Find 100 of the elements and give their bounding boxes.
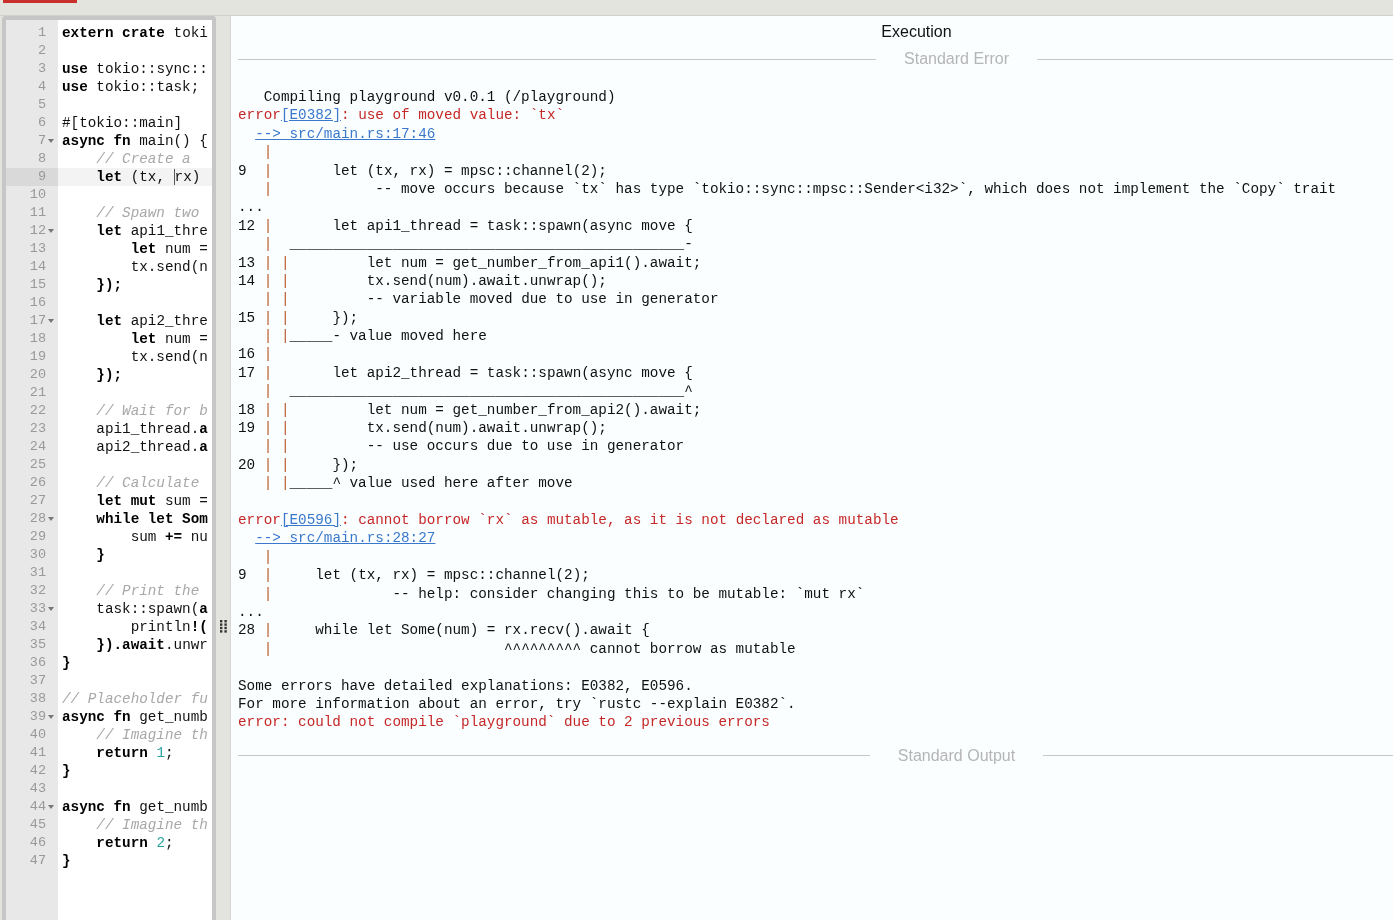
code-line: let num = xyxy=(129,330,208,348)
code-line: }).await.unwr xyxy=(95,636,208,654)
code-line: let mut sum = xyxy=(95,492,208,510)
line-number: 12 xyxy=(28,222,46,240)
line-number: 8 xyxy=(36,150,46,168)
line-number: 16 xyxy=(28,294,46,312)
line-number: 24 xyxy=(28,438,46,456)
code-line: // Imagine th xyxy=(95,726,208,744)
code-line: // Wait for b xyxy=(95,402,208,420)
line-number: 31 xyxy=(28,564,46,582)
line-number: 39 xyxy=(28,708,46,726)
line-number: 11 xyxy=(28,204,46,222)
code-line: } xyxy=(61,654,71,672)
error-link[interactable]: [E0596] xyxy=(280,512,341,528)
code-line: // Placeholder fu xyxy=(61,690,208,708)
output-line: Some errors have detailed explanations: E0382, E0596. xyxy=(238,676,694,695)
output-line: 12 | let api1_thread = task::spawn(async move { xyxy=(238,216,694,236)
output-line: 9 | let (tx, rx) = mpsc::channel(2); xyxy=(238,161,608,180)
output-line: | ______________________________________________- xyxy=(262,235,694,254)
line-number: 33 xyxy=(28,600,46,618)
line-number: 47 xyxy=(28,852,46,870)
drag-handle-icon[interactable] xyxy=(219,620,227,633)
fold-arrow-icon[interactable] xyxy=(48,517,54,521)
line-number: 6 xyxy=(36,114,46,132)
code-line: // Imagine th xyxy=(95,816,208,834)
section-heading: Standard Error xyxy=(903,50,1010,68)
fold-arrow-icon[interactable] xyxy=(48,139,54,143)
line-number: 40 xyxy=(28,726,46,744)
file-location-link[interactable]: --> src/main.rs:17:46 xyxy=(255,125,436,142)
line-number: 3 xyxy=(36,60,46,78)
code-line: let api1_thre xyxy=(95,222,208,240)
line-number: 15 xyxy=(28,276,46,294)
line-number: 32 xyxy=(28,582,46,600)
line-number: 46 xyxy=(28,834,46,852)
code-line: extern crate toki xyxy=(61,24,208,42)
code-line: sum += nu xyxy=(129,528,208,546)
output-line: 13 | | let num = get_number_from_api1().await; xyxy=(238,253,703,272)
line-number: 25 xyxy=(28,456,46,474)
line-number: 13 xyxy=(28,240,46,258)
fold-arrow-icon[interactable] xyxy=(48,319,54,323)
line-number: 23 xyxy=(28,420,46,438)
code-line: // Spawn two xyxy=(95,204,200,222)
code-line: return 2; xyxy=(95,834,174,852)
code-line: let api2_thre xyxy=(95,312,208,330)
output-line: 20 | | }); xyxy=(238,455,360,475)
output-line: | |_____^ value used here after move xyxy=(262,474,574,493)
code-line: api2_thread.a xyxy=(95,438,208,456)
line-number: 27 xyxy=(28,492,46,510)
output-line: 14 | | tx.send(num).await.unwrap(); xyxy=(238,271,608,291)
output-line: 15 | | }); xyxy=(238,308,360,328)
line-number: 38 xyxy=(28,690,46,708)
code-line: async fn get_numb xyxy=(61,708,208,726)
output-line: 19 | | tx.send(num).await.unwrap(); xyxy=(238,419,608,438)
output-line: | | -- use occurs due to use in generator xyxy=(262,437,686,456)
line-number: 14 xyxy=(28,258,46,276)
line-number: 41 xyxy=(28,744,46,762)
line-number: 36 xyxy=(28,654,46,672)
output-line: ... xyxy=(238,198,265,217)
code-line: // Print the xyxy=(95,582,200,600)
code-line: // Calculate xyxy=(95,474,200,492)
code-line: } xyxy=(61,852,71,870)
line-number: 7 xyxy=(36,132,46,150)
code-line: use tokio::task; xyxy=(61,78,200,96)
output-line: 28 | while let Some(num) = rx.recv().await { xyxy=(238,621,651,640)
line-number: 43 xyxy=(28,780,46,798)
line-number: 9 xyxy=(36,168,46,186)
output-line: For more information about an error, try `rustc --explain E0382`. xyxy=(238,694,797,714)
error-link[interactable]: [E0382] xyxy=(280,107,341,124)
output-line: error: could not compile `playground` due to 2 previous errors xyxy=(238,713,771,732)
output-line: 16 | xyxy=(238,345,274,364)
line-number: 34 xyxy=(28,618,46,636)
output-line: | -- help: consider changing this to be mutable: `mut rx` xyxy=(262,584,866,603)
fold-arrow-icon[interactable] xyxy=(48,229,54,233)
code-line: api1_thread.a xyxy=(95,420,208,438)
code-line: tx.send(n xyxy=(129,348,208,366)
file-location-link[interactable]: --> src/main.rs:28:27 xyxy=(255,530,436,547)
output-line: | ^^^^^^^^^ cannot borrow as mutable xyxy=(262,639,797,659)
output-line: error[E0382]: use of moved value: `tx` xyxy=(238,106,566,125)
fold-arrow-icon[interactable] xyxy=(48,607,54,611)
code-line: // Create a xyxy=(95,150,191,168)
line-number: 29 xyxy=(28,528,46,546)
fold-arrow-icon[interactable] xyxy=(48,805,54,809)
line-number: 35 xyxy=(28,636,46,654)
output-line: 9 | let (tx, rx) = mpsc::channel(2); xyxy=(238,566,591,585)
code-line: } xyxy=(61,762,71,780)
line-number: 26 xyxy=(28,474,46,492)
line-number: 28 xyxy=(28,510,46,528)
output-line: 18 | | let num = get_number_from_api2().await; xyxy=(238,400,703,420)
line-number: 44 xyxy=(28,798,46,816)
fold-arrow-icon[interactable] xyxy=(48,715,54,719)
line-number: 10 xyxy=(28,186,46,204)
code-line: let num = xyxy=(129,240,208,258)
line-number: 4 xyxy=(36,78,46,96)
code-line: async fn get_numb xyxy=(61,798,208,816)
output-line: ... xyxy=(238,602,265,622)
output-line: | | -- variable moved due to use in generator xyxy=(262,290,720,309)
line-number: 42 xyxy=(28,762,46,780)
line-number: 18 xyxy=(28,330,46,348)
line-number: 5 xyxy=(36,96,46,114)
output-line: error[E0596]: cannot borrow `rx` as mutable, as it is not declared as mutable xyxy=(238,511,900,530)
